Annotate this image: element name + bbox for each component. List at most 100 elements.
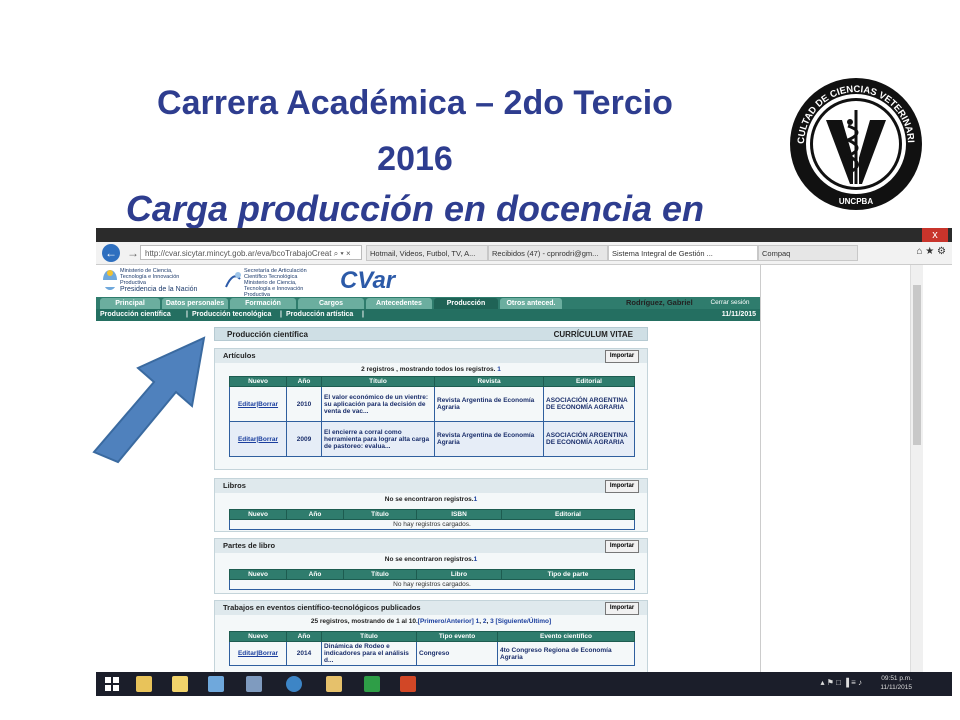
window-titlebar: x bbox=[96, 228, 952, 242]
column-header[interactable]: Editorial bbox=[543, 376, 635, 387]
close-window-button[interactable]: x bbox=[922, 228, 948, 242]
column-header[interactable]: Título bbox=[321, 376, 435, 387]
address-bar-icons: ⌕ ▾ × bbox=[333, 249, 351, 258]
empty-message: No hay registros cargados. bbox=[229, 519, 635, 530]
tab-datos-personales[interactable]: Datos personales bbox=[162, 298, 228, 309]
slide-title-line2: 2016 bbox=[377, 140, 453, 178]
address-bar[interactable]: http://cvar.sicytar.mincyt.gob.ar/eva/bc… bbox=[140, 245, 362, 260]
column-header[interactable]: Evento científico bbox=[497, 631, 635, 642]
taskbar-clock[interactable]: 09:51 p.m. 11/11/2015 bbox=[880, 674, 912, 692]
browser-tab-gmail[interactable]: Recibidos (47) - cpnrodri@gm... bbox=[488, 245, 608, 261]
column-header[interactable]: Año bbox=[286, 509, 344, 520]
tab-principal[interactable]: Principal bbox=[100, 298, 160, 309]
system-tray-icons[interactable]: ▴ ⚑ □ ▐ ≡ ♪ bbox=[821, 678, 862, 687]
column-header[interactable]: Año bbox=[286, 569, 344, 580]
partes-table: Nuevo Año Título Libro Tipo de parte No … bbox=[229, 569, 635, 590]
subtab-produccion-tecnologica[interactable]: Producción tecnológica bbox=[192, 309, 271, 321]
column-header[interactable]: Título bbox=[343, 509, 417, 520]
clock-time: 09:51 p.m. bbox=[881, 675, 912, 682]
tab-otros-antecedentes[interactable]: Otros anteced. bbox=[500, 298, 562, 309]
column-header[interactable]: Título bbox=[321, 631, 417, 642]
logout-button[interactable]: Cerrar sesión bbox=[704, 298, 756, 308]
import-button[interactable]: Importar bbox=[605, 602, 639, 615]
import-button[interactable]: Importar bbox=[605, 480, 639, 493]
table-row: Editar|Borrar 2014 Dinámica de Rodeo e i… bbox=[229, 641, 635, 666]
browser-tab-compaq[interactable]: Compaq bbox=[758, 245, 858, 261]
records-text: No se encontraron registros. bbox=[384, 496, 474, 503]
column-header[interactable]: Tipo evento bbox=[416, 631, 498, 642]
panel-header: Trabajos en eventos científico-tecnológi… bbox=[215, 601, 647, 615]
ministry-text: Ministerio de Ciencia, Tecnología e Inno… bbox=[120, 268, 180, 286]
browser-tab-hotmail[interactable]: Hotmail, Videos, Futbol, TV, A... bbox=[366, 245, 488, 261]
records-summary: No se encontraron registros.1 bbox=[215, 496, 647, 503]
powerpoint-icon[interactable] bbox=[400, 676, 416, 692]
page-link[interactable]: 2 bbox=[483, 618, 487, 625]
articulos-table: Nuevo Año Título Revista Editorial Edita… bbox=[229, 376, 635, 457]
slide-title-line3: Carga producción en docencia en bbox=[125, 188, 705, 229]
site-header: Ministerio de Ciencia, Tecnología e Inno… bbox=[96, 265, 760, 298]
first-prev-link[interactable]: [Primero/Anterior] bbox=[418, 618, 474, 625]
windows-start-icon[interactable] bbox=[104, 676, 120, 692]
argentina-coat-of-arms-icon bbox=[103, 270, 117, 290]
column-header[interactable]: Nuevo bbox=[229, 376, 287, 387]
file-explorer-icon[interactable] bbox=[326, 676, 342, 692]
cell-year: 2009 bbox=[286, 421, 322, 457]
file-icon[interactable] bbox=[136, 676, 152, 692]
column-header[interactable]: Año bbox=[286, 376, 322, 387]
column-header[interactable]: Nuevo bbox=[229, 509, 287, 520]
vertical-scrollbar[interactable] bbox=[910, 265, 923, 672]
internet-explorer-icon[interactable] bbox=[286, 676, 302, 692]
ministry2-text: Ministerio de Ciencia, Tecnología e Inno… bbox=[244, 280, 304, 298]
column-header[interactable]: Nuevo bbox=[229, 631, 287, 642]
column-header[interactable]: Año bbox=[286, 631, 322, 642]
cell-event-type: Congreso bbox=[416, 641, 498, 666]
browser-screenshot: x ← → http://cvar.sicytar.mincyt.gob.ar/… bbox=[96, 228, 952, 696]
column-header[interactable]: Revista bbox=[434, 376, 544, 387]
page-link[interactable]: 1 bbox=[476, 618, 480, 625]
table-row: Editar|Borrar 2009 El encierre a corral … bbox=[229, 421, 635, 457]
next-last-link[interactable]: [Siguiente/Último] bbox=[496, 618, 552, 625]
network-icon[interactable] bbox=[246, 676, 262, 692]
panel-header: Artículos Importar bbox=[215, 349, 647, 363]
back-arrow-icon[interactable]: ← bbox=[102, 244, 120, 262]
column-header[interactable]: Tipo de parte bbox=[501, 569, 635, 580]
excel-icon[interactable] bbox=[364, 676, 380, 692]
import-button[interactable]: Importar bbox=[605, 350, 639, 363]
import-button[interactable]: Importar bbox=[605, 540, 639, 553]
column-header[interactable]: ISBN bbox=[416, 509, 502, 520]
edit-delete-link[interactable]: Editar|Borrar bbox=[229, 386, 287, 422]
monitor-icon[interactable] bbox=[208, 676, 224, 692]
page-link[interactable]: 1 bbox=[497, 366, 501, 373]
column-header[interactable]: Título bbox=[343, 569, 417, 580]
column-header[interactable]: Editorial bbox=[501, 509, 635, 520]
records-text: 2 registros , mostrando todos los regist… bbox=[361, 366, 496, 373]
tab-produccion[interactable]: Producción bbox=[434, 298, 498, 309]
subtab-produccion-cientifica[interactable]: Producción científica bbox=[100, 309, 171, 321]
folder-icon[interactable] bbox=[172, 676, 188, 692]
edit-delete-link[interactable]: Editar|Borrar bbox=[229, 421, 287, 457]
page-link[interactable]: 1 bbox=[474, 496, 478, 503]
browser-tab-sistema[interactable]: Sistema Integral de Gestión ... bbox=[608, 245, 758, 261]
column-header[interactable]: Libro bbox=[416, 569, 502, 580]
subtab-divider: | bbox=[362, 311, 364, 318]
address-url: http://cvar.sicytar.mincyt.gob.ar/eva/bc… bbox=[145, 249, 332, 258]
mincyt-logo-icon bbox=[225, 272, 241, 288]
page-link[interactable]: 3 bbox=[490, 618, 494, 625]
edit-delete-link[interactable]: Editar|Borrar bbox=[229, 641, 287, 666]
tab-formacion[interactable]: Formación bbox=[230, 298, 296, 309]
tab-cargos[interactable]: Cargos bbox=[298, 298, 364, 309]
scroll-thumb[interactable] bbox=[913, 285, 921, 445]
column-header[interactable]: Nuevo bbox=[229, 569, 287, 580]
subtab-produccion-artistica[interactable]: Producción artística bbox=[286, 309, 353, 321]
panel-partes-de-libro: Partes de libro Importar No se encontrar… bbox=[214, 538, 648, 594]
home-star-gear-icons[interactable]: ⌂ ★ ⚙ bbox=[916, 246, 946, 257]
tab-antecedentes[interactable]: Antecedentes bbox=[366, 298, 432, 309]
records-text: No se encontraron registros. bbox=[384, 556, 474, 563]
page-link[interactable]: 1 bbox=[474, 556, 478, 563]
subtab-divider: | bbox=[186, 311, 188, 318]
windows-taskbar: ▴ ⚑ □ ▐ ≡ ♪ 09:51 p.m. 11/11/2015 bbox=[96, 672, 952, 696]
secretaria-text: Secretaría de Articulación Científico Te… bbox=[244, 268, 307, 280]
tab-label: Recibidos (47) - cpnrodri@gm... bbox=[492, 249, 599, 258]
cvar-logo[interactable]: CVar bbox=[340, 267, 395, 295]
presidency-text: Presidencia de la Nación bbox=[120, 286, 198, 293]
